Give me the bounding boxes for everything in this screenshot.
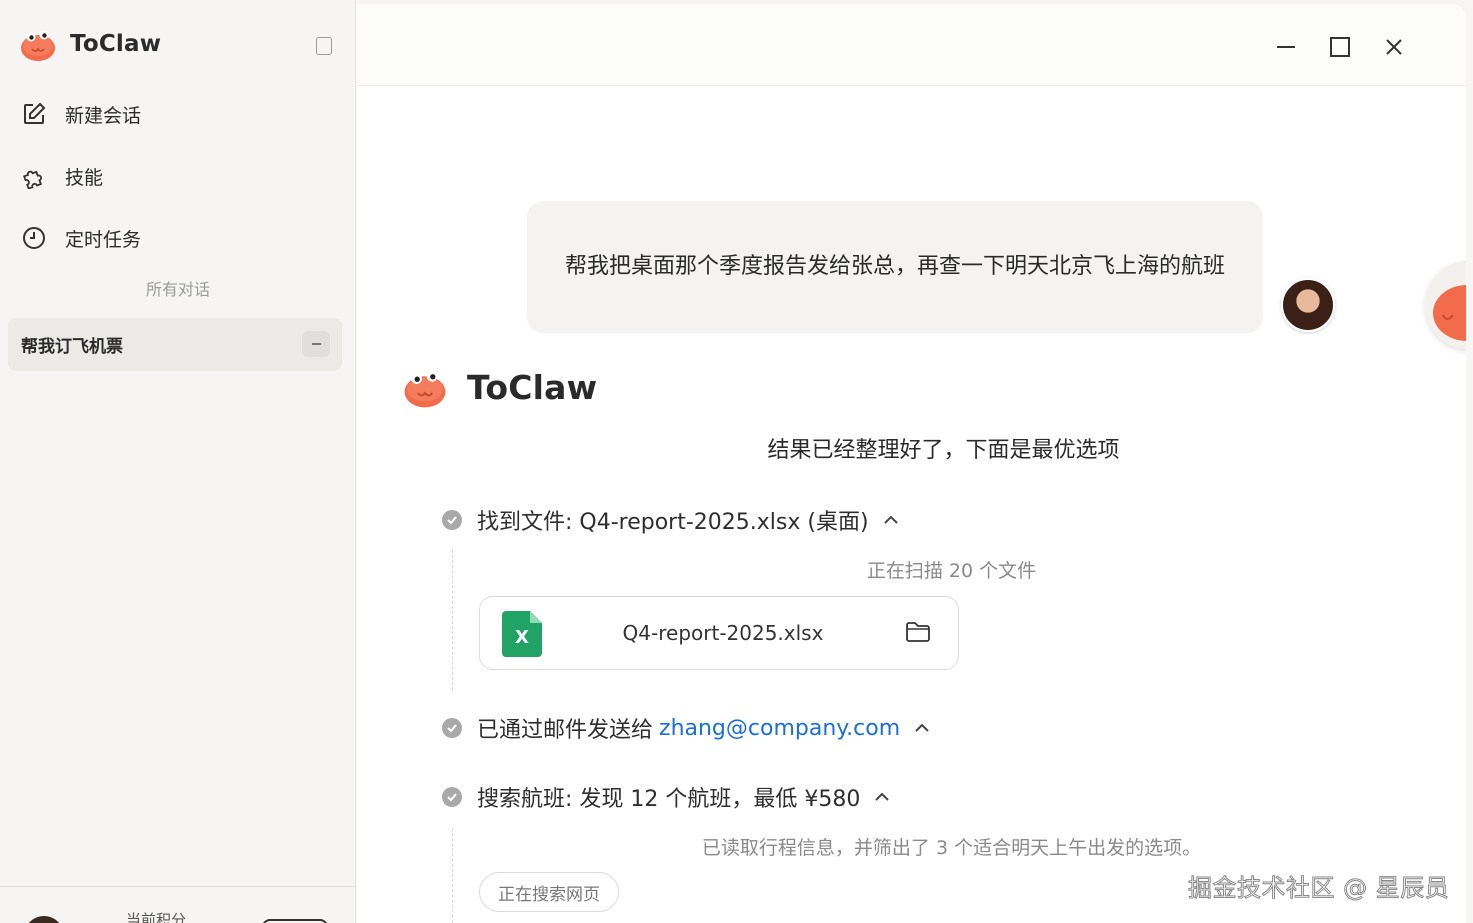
nav-skills[interactable]: 技能	[20, 162, 103, 190]
check-icon	[442, 510, 462, 530]
title-bar	[357, 4, 1466, 86]
avatar[interactable]	[24, 916, 64, 923]
close-icon	[1386, 39, 1402, 55]
brand: ToClaw	[18, 26, 161, 62]
nav-label: 定时任务	[65, 228, 142, 251]
step-find-file[interactable]: 找到文件: Q4-report-2025.xlsx (桌面)	[442, 504, 899, 536]
credits-label: 当前积分	[126, 911, 187, 923]
maximize-icon	[1330, 37, 1350, 57]
watermark: 掘金技术社区 @ 星辰员	[1187, 874, 1450, 903]
chevron-up-icon[interactable]	[914, 723, 930, 733]
check-icon	[442, 787, 462, 807]
floating-mascot-button[interactable]	[1425, 261, 1466, 349]
bot-result-text: 结果已经整理好了，下面是最优选项	[767, 438, 1120, 463]
main-panel: 帮我把桌面那个季度报告发给张总，再查一下明天北京飞上海的航班 ToClaw 结果…	[357, 4, 1466, 923]
conversation-title: 帮我订飞机票	[21, 337, 123, 357]
toclaw-logo-icon	[21, 30, 55, 61]
email-link[interactable]: zhang@company.com	[659, 716, 900, 741]
section-label-all-chats: 所有对话	[145, 280, 210, 299]
sidebar-footer: 当前积分	[0, 886, 356, 923]
sidebar-toggle-button[interactable]	[316, 37, 332, 55]
bot-header: ToClaw	[401, 365, 597, 409]
conversation-item[interactable]: 帮我订飞机票	[8, 318, 342, 371]
bot-name: ToClaw	[467, 367, 598, 407]
app-name: ToClaw	[70, 31, 162, 57]
close-button[interactable]	[1379, 32, 1409, 62]
conversation-menu-button[interactable]	[302, 331, 330, 357]
sidebar: ToClaw 新建会话 技能 定时任务 所有对话 帮我订飞机票 当前积分	[0, 0, 356, 923]
nav-label: 新建会话	[65, 104, 142, 127]
file-name: Q4-report-2025.xlsx	[622, 621, 824, 645]
mascot-icon	[1433, 285, 1466, 341]
step-label: 搜索航班: 发现 12 个航班，最低 ¥580	[477, 787, 861, 812]
file-card[interactable]: X Q4-report-2025.xlsx	[479, 596, 959, 670]
check-icon	[442, 718, 462, 738]
step-label: 已通过邮件发送给	[477, 718, 654, 743]
credits-button[interactable]	[262, 919, 328, 923]
minus-icon	[311, 343, 321, 345]
step-search-flights[interactable]: 搜索航班: 发现 12 个航班，最低 ¥580	[442, 781, 890, 813]
chevron-up-icon[interactable]	[883, 515, 899, 525]
minimize-button[interactable]	[1271, 32, 1301, 62]
chevron-up-icon[interactable]	[874, 792, 890, 802]
user-message-bubble: 帮我把桌面那个季度报告发给张总，再查一下明天北京飞上海的航班	[527, 201, 1263, 333]
puzzle-icon	[20, 162, 48, 190]
step-send-email[interactable]: 已通过邮件发送给 zhang@company.com	[442, 712, 930, 744]
nav-new-chat[interactable]: 新建会话	[20, 100, 141, 128]
step-label: 找到文件: Q4-report-2025.xlsx (桌面)	[477, 510, 869, 535]
search-status-chip: 正在搜索网页	[479, 872, 619, 912]
edit-icon	[20, 100, 48, 128]
nav-scheduled-tasks[interactable]: 定时任务	[20, 224, 141, 252]
minimize-icon	[1277, 46, 1295, 48]
step-sub-text: 正在扫描 20 个文件	[866, 560, 1037, 582]
maximize-button[interactable]	[1325, 32, 1355, 62]
folder-icon[interactable]	[905, 621, 931, 643]
nav-label: 技能	[65, 166, 104, 189]
toclaw-logo-icon	[404, 370, 446, 408]
step-sub-text: 已读取行程信息，并筛出了 3 个适合明天上午出发的选项。	[701, 837, 1202, 859]
clock-icon	[20, 224, 48, 252]
user-avatar	[1281, 278, 1335, 332]
